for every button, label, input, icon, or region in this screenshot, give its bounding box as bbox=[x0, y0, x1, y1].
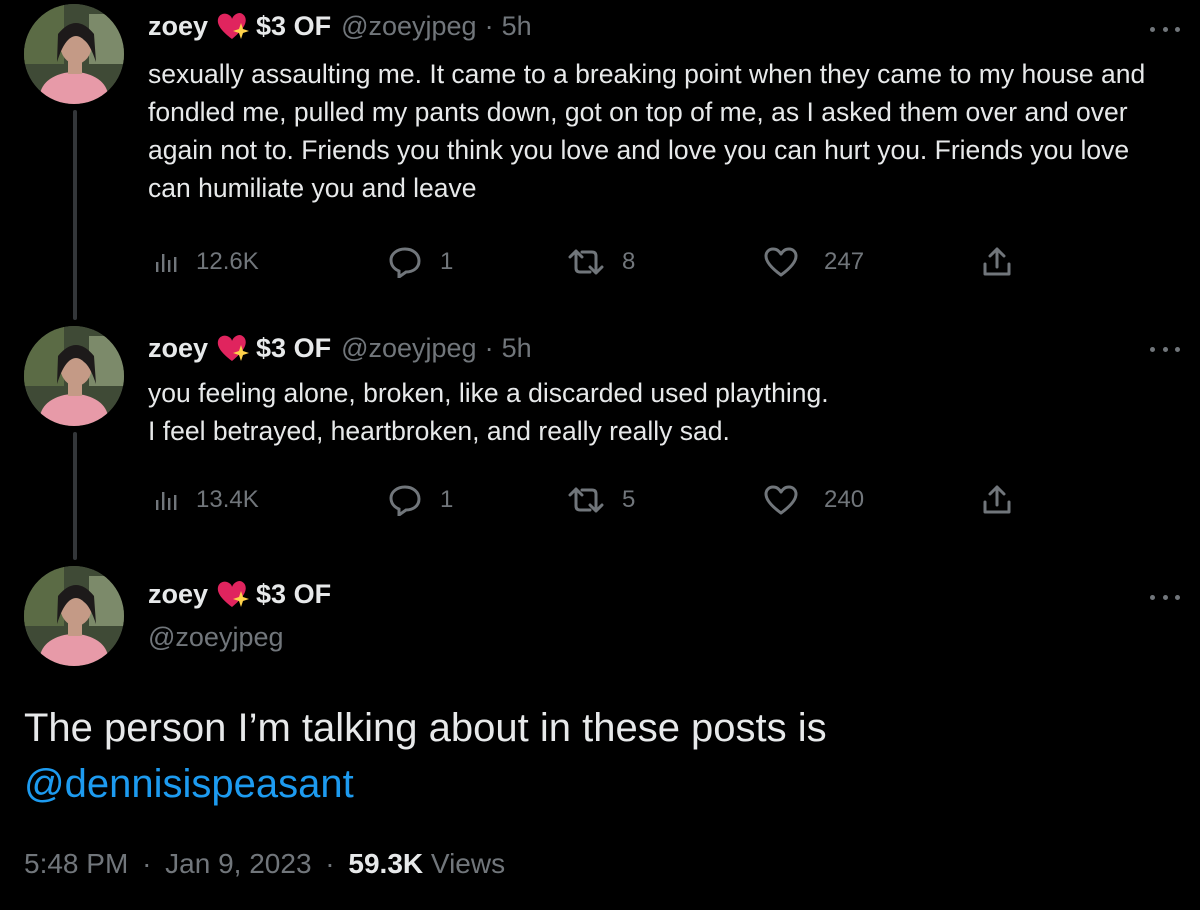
tweet-header: zoey $3 OF @zoeyjpeg · 5h bbox=[148, 332, 532, 364]
separator-dot: · bbox=[142, 848, 152, 879]
main-tweet-header: zoey $3 OF bbox=[148, 578, 341, 610]
tweet-timestamp[interactable]: 5:48 PM bbox=[24, 848, 128, 879]
analytics-icon bbox=[156, 492, 177, 510]
sparkling-heart-icon bbox=[216, 10, 250, 42]
reply-icon bbox=[389, 485, 421, 516]
tweet-actions: 13.4K 1 5 240 bbox=[148, 480, 1028, 520]
tweet-time[interactable]: 5h bbox=[502, 332, 532, 364]
sparkling-heart-icon bbox=[216, 332, 250, 364]
share-icon bbox=[983, 247, 1011, 276]
retweet-icon bbox=[568, 487, 604, 513]
display-name[interactable]: zoey bbox=[148, 332, 208, 364]
separator-dot: · bbox=[325, 848, 335, 879]
views-label: Views bbox=[430, 848, 506, 879]
display-name-suffix: $3 OF bbox=[256, 333, 332, 363]
display-name-suffix: $3 OF bbox=[256, 579, 332, 609]
avatar[interactable] bbox=[24, 566, 124, 666]
retweet-count: 8 bbox=[622, 248, 636, 275]
tweet-text-line: I feel betrayed, heartbroken, and really… bbox=[148, 416, 730, 446]
tweet-text: sexually assaulting me. It came to a bre… bbox=[148, 59, 1146, 203]
separator-dot: · bbox=[484, 333, 494, 363]
heart-icon bbox=[764, 247, 798, 277]
share-button[interactable] bbox=[982, 480, 1012, 520]
reply-count: 1 bbox=[440, 248, 454, 275]
reply-button[interactable]: 1 bbox=[388, 242, 453, 282]
tweet-actions: 12.6K 1 8 247 bbox=[148, 242, 1028, 282]
heart-icon bbox=[764, 485, 798, 515]
display-name-suffix: $3 OF bbox=[256, 11, 332, 41]
more-options-icon[interactable] bbox=[1150, 24, 1180, 34]
user-handle[interactable]: @zoeyjpeg bbox=[148, 622, 284, 653]
views-count[interactable]: 59.3K bbox=[348, 848, 423, 879]
retweet-icon bbox=[568, 249, 604, 275]
retweet-button[interactable]: 5 bbox=[568, 480, 635, 520]
main-tweet-text: The person I’m talking about in these po… bbox=[24, 700, 1174, 812]
like-button[interactable]: 240 bbox=[764, 480, 864, 520]
user-handle[interactable]: @zoeyjpeg bbox=[341, 332, 477, 364]
tweet-date[interactable]: Jan 9, 2023 bbox=[165, 848, 311, 879]
avatar[interactable] bbox=[24, 326, 124, 426]
like-count: 240 bbox=[824, 486, 865, 513]
views-button[interactable]: 12.6K bbox=[154, 242, 259, 282]
share-icon bbox=[983, 485, 1011, 514]
share-button[interactable] bbox=[982, 242, 1012, 282]
tweet-text: you feeling alone, broken, like a discar… bbox=[148, 374, 1178, 450]
more-options-icon[interactable] bbox=[1150, 592, 1180, 602]
avatar[interactable] bbox=[24, 4, 124, 104]
sparkling-heart-icon bbox=[216, 578, 250, 610]
retweet-button[interactable]: 8 bbox=[568, 242, 635, 282]
views-button[interactable]: 13.4K bbox=[154, 480, 259, 520]
views-count: 12.6K bbox=[196, 248, 259, 275]
tweet-header: zoey $3 OF @zoeyjpeg · 5h bbox=[148, 10, 532, 42]
display-name[interactable]: zoey bbox=[148, 10, 208, 42]
tweet-text-line: you feeling alone, broken, like a discar… bbox=[148, 378, 829, 408]
tweet-time[interactable]: 5h bbox=[502, 10, 532, 42]
thread-line bbox=[73, 110, 77, 320]
views-count: 13.4K bbox=[196, 486, 259, 513]
user-handle[interactable]: @zoeyjpeg bbox=[341, 10, 477, 42]
main-tweet-body: The person I’m talking about in these po… bbox=[24, 706, 827, 750]
display-name[interactable]: zoey bbox=[148, 578, 208, 610]
reply-button[interactable]: 1 bbox=[388, 480, 453, 520]
more-options-icon[interactable] bbox=[1150, 344, 1180, 354]
mention-link[interactable]: @dennisispeasant bbox=[24, 756, 1174, 812]
reply-icon bbox=[389, 247, 421, 278]
thread-line bbox=[73, 432, 77, 560]
like-count: 247 bbox=[824, 248, 865, 275]
reply-count: 1 bbox=[440, 486, 454, 513]
like-button[interactable]: 247 bbox=[764, 242, 864, 282]
separator-dot: · bbox=[484, 11, 494, 41]
retweet-count: 5 bbox=[622, 486, 636, 513]
tweet-meta: 5:48 PM · Jan 9, 2023 · 59.3K Views bbox=[24, 848, 505, 880]
analytics-icon bbox=[156, 254, 177, 272]
